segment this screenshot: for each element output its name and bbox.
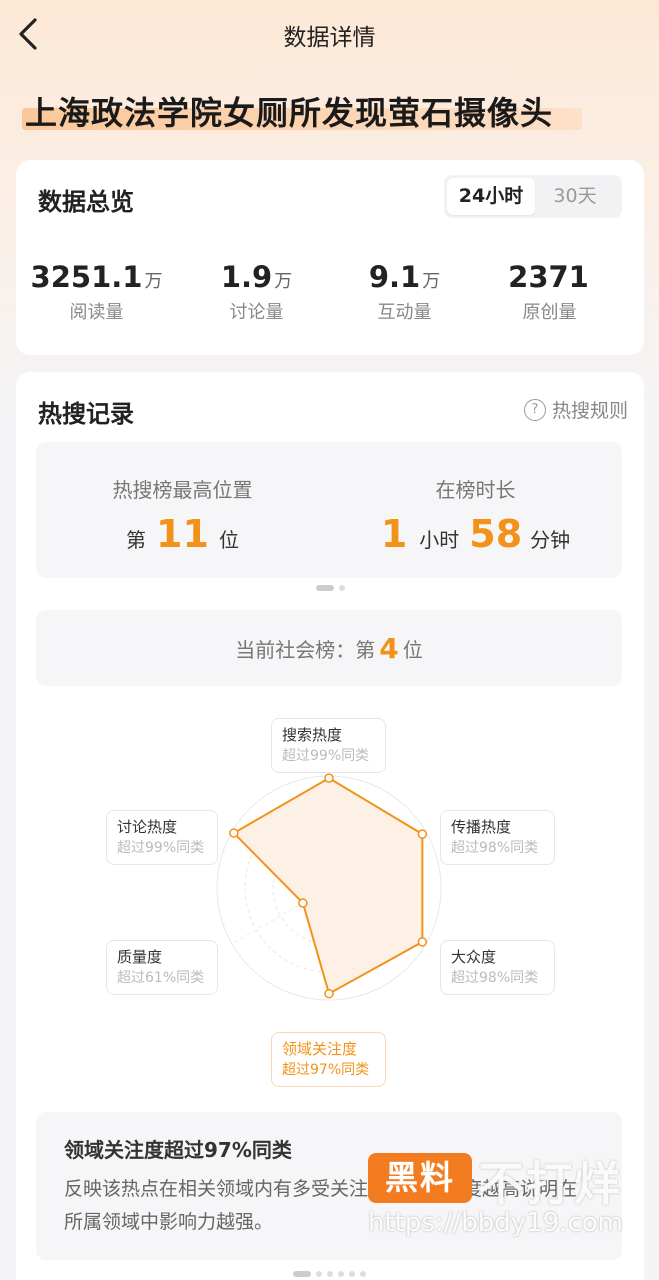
radar-point	[324, 988, 334, 999]
page-dot-active	[293, 1271, 311, 1277]
radar-point	[417, 937, 428, 947]
stat-unit: 万	[144, 271, 163, 292]
stat-discussions: 1.9 万 讨论量	[178, 260, 335, 324]
stat-value: 2371	[508, 260, 589, 294]
dim-search-heat[interactable]: 搜索热度 超过99%同类	[271, 718, 386, 773]
radar-point	[298, 898, 308, 908]
hot-search-card: 热搜记录 ? 热搜规则 热搜榜最高位置 第 11 位 在榜时长 1 小时 58 …	[16, 372, 644, 1280]
page-indicator	[0, 1271, 659, 1277]
stat-original: 2371 原创量	[471, 260, 628, 324]
stat-label: 阅读量	[69, 302, 124, 323]
stat-label: 讨论量	[229, 302, 284, 323]
stat-value: 1.9	[220, 260, 273, 294]
dim-name: 传播热度	[451, 818, 512, 836]
page-dot	[338, 1271, 344, 1277]
page-title: 数据详情	[283, 25, 376, 51]
dim-name: 讨论热度	[117, 818, 178, 836]
stat-value: 3251.1	[30, 260, 143, 294]
dim-sub: 超过61%同类	[117, 970, 205, 986]
dim-sub: 超过99%同类	[282, 748, 370, 764]
stat-interactions: 9.1 万 互动量	[326, 260, 483, 324]
radar-point	[324, 773, 334, 783]
radar-area	[232, 776, 424, 996]
dim-popularity[interactable]: 大众度 超过98%同类	[440, 940, 555, 995]
dim-sub: 超过98%同类	[451, 970, 539, 986]
period-tabs: 24小时 30天	[444, 175, 622, 218]
radar-point	[229, 828, 239, 838]
page-dot	[327, 1271, 333, 1277]
dim-name: 质量度	[117, 948, 163, 966]
stat-label: 原创量	[522, 302, 577, 323]
overview-title: 数据总览	[38, 188, 134, 216]
topic-title: 上海政法学院女厕所发现萤石摄像头	[25, 94, 554, 132]
stat-label: 互动量	[377, 302, 432, 323]
dim-discussion-heat[interactable]: 讨论热度 超过99%同类	[106, 810, 218, 865]
page-dot	[360, 1271, 366, 1277]
overview-card: 数据总览 24小时 30天 3251.1 万 阅读量 1.9 万 讨论量 9.1 万 …	[16, 160, 644, 355]
dim-quality[interactable]: 质量度 超过61%同类	[106, 940, 218, 995]
page-dot	[316, 1271, 322, 1277]
page-dot	[349, 1271, 355, 1277]
radar-point	[417, 829, 428, 839]
dim-sub: 超过99%同类	[117, 840, 205, 856]
tab-24h[interactable]: 24小时	[447, 178, 535, 215]
dim-name: 领域关注度	[282, 1040, 358, 1058]
header-bar: 数据详情	[0, 0, 659, 70]
watermark-badge: 黑料	[368, 1153, 472, 1203]
stat-unit: 万	[422, 271, 441, 292]
watermark: 黑料 不打烊 https://bbdy19.com	[368, 1148, 643, 1248]
dim-domain-attention[interactable]: 领域关注度 超过97%同类	[271, 1032, 386, 1087]
dim-name: 大众度	[451, 948, 497, 966]
watermark-text: 不打烊	[478, 1157, 622, 1211]
stat-reads: 3251.1 万 阅读量	[18, 260, 175, 324]
stat-unit: 万	[274, 271, 293, 292]
dim-sub: 超过97%同类	[282, 1062, 370, 1078]
stat-value: 9.1	[368, 260, 421, 294]
dim-sub: 超过98%同类	[451, 840, 539, 856]
dim-spread-heat[interactable]: 传播热度 超过98%同类	[440, 810, 555, 865]
tab-30d[interactable]: 30天	[531, 178, 619, 215]
watermark-url: https://bbdy19.com	[368, 1208, 623, 1238]
dim-name: 搜索热度	[282, 726, 343, 744]
